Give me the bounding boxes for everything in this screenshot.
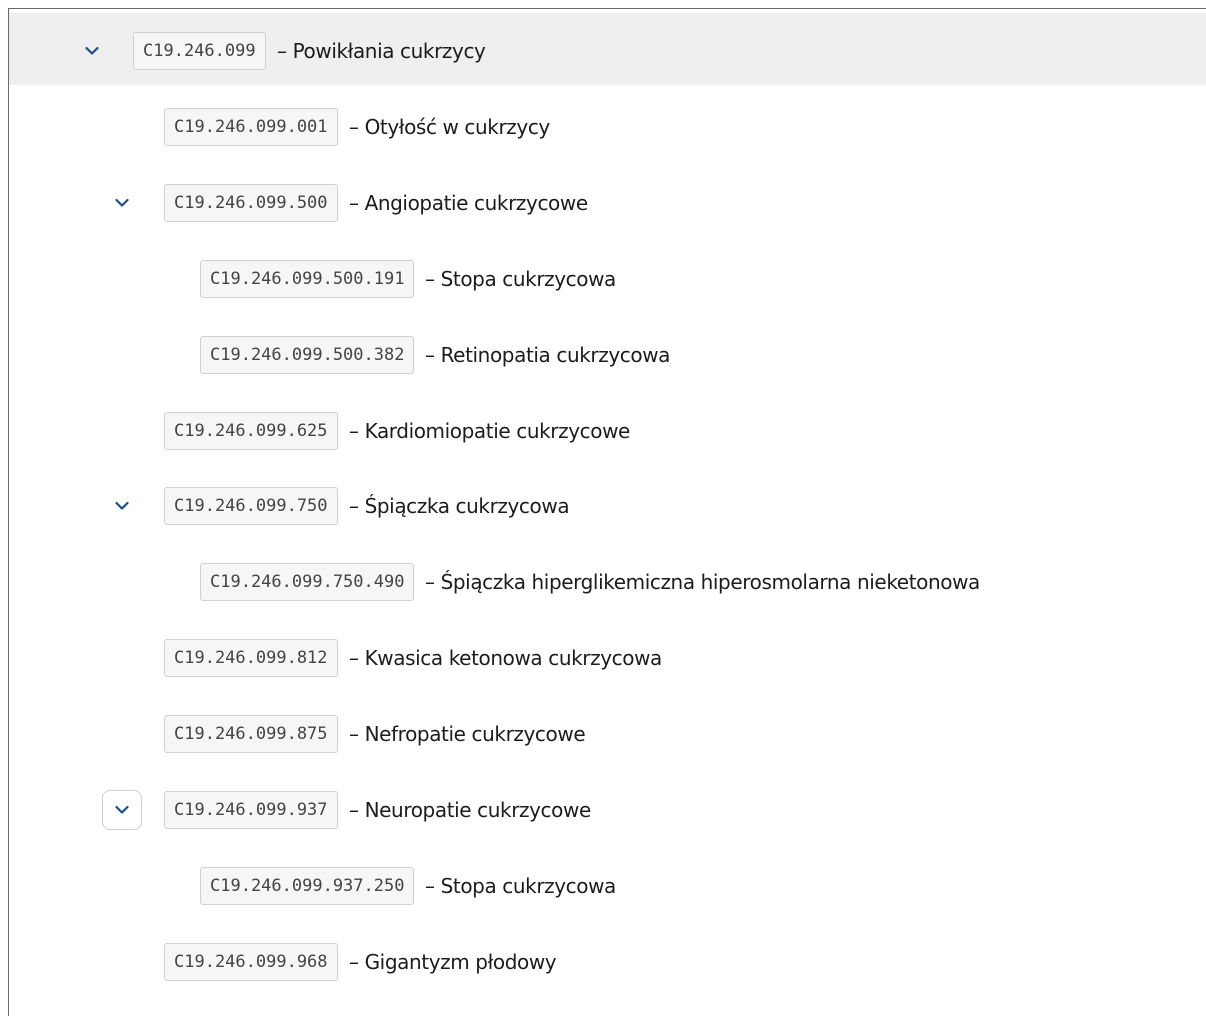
tree-item-label: – Kardiomiopatie cukrzycowe (349, 412, 630, 450)
term-name[interactable]: Retinopatia cukrzycowa (441, 343, 671, 367)
tree-item-label: – Powikłania cukrzycy (277, 32, 486, 70)
tree-number-code[interactable]: C19.246.099.937.250 (200, 866, 415, 905)
tree-number-code[interactable]: C19.246.099.625 (164, 411, 338, 450)
tree-number-code[interactable]: C19.246.099.001 (164, 107, 338, 146)
tree-number-code[interactable]: C19.246.099 (133, 32, 266, 70)
tree-item: C19.246.099.750.490– Śpiączka hiperglike… (9, 544, 1206, 616)
term-name[interactable]: Stopa cukrzycowa (441, 874, 617, 898)
tree-item-label: – Otyłość w cukrzycy (349, 108, 550, 146)
tree-number-code[interactable]: C19.246.099.875 (164, 715, 338, 754)
separator-dash: – (349, 418, 359, 443)
chevron-down-icon (115, 805, 129, 814)
tree-number-code[interactable]: C19.246.099.500.191 (200, 259, 415, 298)
term-name[interactable]: Otyłość w cukrzycy (365, 115, 551, 139)
term-name[interactable]: Śpiączka hiperglikemiczna hiperosmolarna… (441, 570, 981, 594)
tree-item-label: – Neuropatie cukrzycowe (349, 791, 591, 829)
separator-dash: – (349, 949, 359, 974)
tree-item-label: – Stopa cukrzycowa (425, 260, 616, 298)
separator-dash: – (349, 798, 359, 822)
separator-dash: – (425, 266, 435, 291)
separator-dash: – (349, 646, 359, 671)
term-name[interactable]: Śpiączka cukrzycowa (365, 494, 570, 518)
tree-item: C19.246.099.750– Śpiączka cukrzycowa (9, 468, 1206, 540)
tree-number-code[interactable]: C19.246.099.500 (164, 183, 338, 222)
tree-number-code[interactable]: C19.246.099.750.490 (200, 563, 415, 602)
tree-number-code[interactable]: C19.246.099.968 (164, 942, 338, 981)
separator-dash: – (349, 494, 359, 519)
tree-number-code[interactable]: C19.246.099.937 (164, 791, 338, 829)
term-name[interactable]: Nefropatie cukrzycowe (365, 722, 586, 746)
expand-toggle-button[interactable] (72, 31, 112, 71)
tree-item-label: – Angiopatie cukrzycowe (349, 184, 588, 222)
tree-item: C19.246.099.875– Nefropatie cukrzycowe (9, 696, 1206, 768)
tree-item: C19.246.099– Powikłania cukrzycy (9, 13, 1206, 85)
tree-item-label: – Stopa cukrzycowa (425, 867, 616, 905)
tree-item: C19.246.099.625– Kardiomiopatie cukrzyco… (9, 393, 1206, 465)
term-name[interactable]: Powikłania cukrzycy (293, 39, 486, 63)
expand-toggle-button[interactable] (102, 183, 142, 223)
tree-item: C19.246.099.500.382– Retinopatia cukrzyc… (9, 317, 1206, 389)
separator-dash: – (425, 342, 435, 367)
chevron-down-icon (115, 502, 129, 510)
term-name[interactable]: Neuropatie cukrzycowe (365, 798, 592, 822)
tree-item-label: – Retinopatia cukrzycowa (425, 336, 670, 374)
tree-number-code[interactable]: C19.246.099.750 (164, 487, 338, 526)
term-name[interactable]: Gigantyzm płodowy (365, 950, 557, 974)
expand-toggle-button[interactable] (102, 486, 142, 526)
term-name[interactable]: Kwasica ketonowa cukrzycowa (365, 646, 663, 670)
separator-dash: – (349, 722, 359, 747)
tree-item: C19.246.099.500.191– Stopa cukrzycowa (9, 241, 1206, 313)
tree-item: C19.246.099.937.250– Stopa cukrzycowa (9, 848, 1206, 920)
tree-item: C19.246.099.968– Gigantyzm płodowy (9, 924, 1206, 996)
tree-item: C19.246.099.812– Kwasica ketonowa cukrzy… (9, 620, 1206, 692)
tree-item-label: – Gigantyzm płodowy (349, 943, 557, 981)
separator-dash: – (349, 114, 359, 139)
chevron-down-icon (115, 198, 129, 207)
term-name[interactable]: Stopa cukrzycowa (441, 267, 617, 291)
mesh-tree: C19.246.099– Powikłania cukrzycy C19.246.… (8, 8, 1206, 1016)
tree-item-label: – Śpiączka cukrzycowa (349, 487, 570, 525)
chevron-down-icon (85, 46, 99, 55)
tree-item-label: – Nefropatie cukrzycowe (349, 715, 586, 753)
term-name[interactable]: Angiopatie cukrzycowe (365, 191, 589, 215)
term-name[interactable]: Kardiomiopatie cukrzycowe (365, 419, 631, 443)
tree-item-label: – Śpiączka hiperglikemiczna hiperosmolar… (425, 563, 980, 601)
expand-toggle-button[interactable] (102, 790, 142, 830)
tree-item: C19.246.099.937– Neuropatie cukrzycowe (9, 772, 1206, 844)
separator-dash: – (425, 873, 435, 898)
tree-number-code[interactable]: C19.246.099.500.382 (200, 335, 415, 374)
separator-dash: – (277, 39, 287, 63)
tree-item-label: – Kwasica ketonowa cukrzycowa (349, 639, 662, 677)
tree-item: C19.246.099.001– Otyłość w cukrzycy (9, 89, 1206, 161)
separator-dash: – (425, 570, 435, 595)
tree-number-code[interactable]: C19.246.099.812 (164, 639, 338, 678)
separator-dash: – (349, 190, 359, 215)
tree-item: C19.246.099.500– Angiopatie cukrzycowe (9, 165, 1206, 237)
